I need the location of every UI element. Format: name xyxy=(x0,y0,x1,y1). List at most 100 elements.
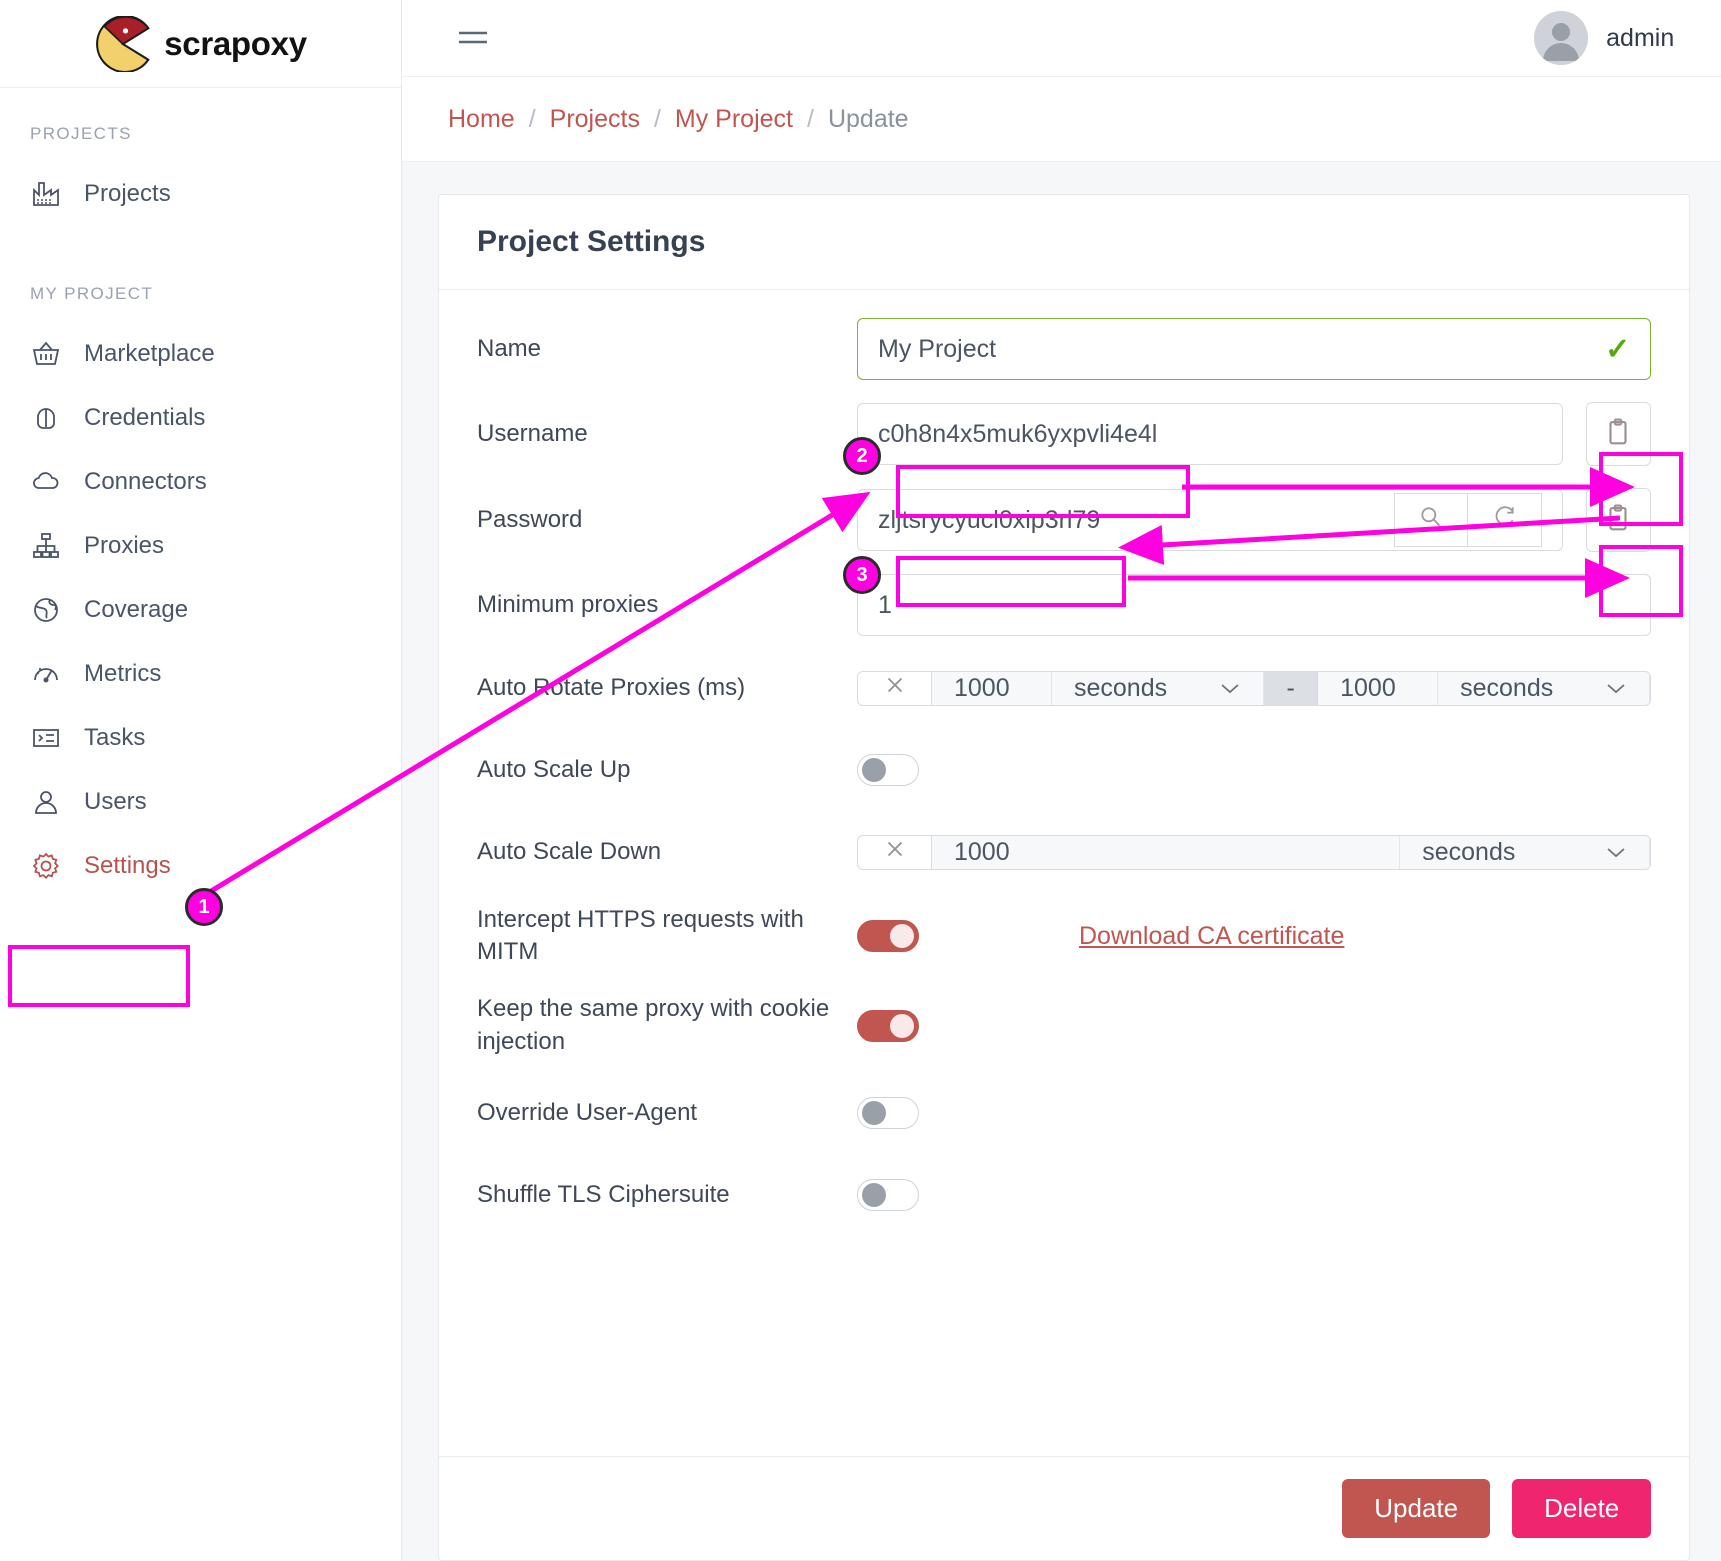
auto-rotate-min-unit-select[interactable]: seconds xyxy=(1052,671,1265,705)
form-row-auto-scale-down: Auto Scale Down 1000 seconds xyxy=(477,822,1652,882)
breadcrumb-list: Home / Projects / My Project / Update xyxy=(448,105,909,134)
form-row-username: Username c0h8n4x5muk6yxpvli4e4l xyxy=(477,402,1652,466)
override-user-agent-toggle[interactable] xyxy=(857,1096,919,1129)
breadcrumb-item-home[interactable]: Home xyxy=(448,105,515,134)
label-auto-scale-up: Auto Scale Up xyxy=(477,755,631,783)
sidebar-group-title-projects: PROJECTS xyxy=(30,124,132,143)
sidebar-item-metrics[interactable]: Metrics xyxy=(0,642,401,706)
user-icon xyxy=(30,786,62,818)
password-copy-button[interactable] xyxy=(1585,488,1652,552)
form-row-auto-scale-up: Auto Scale Up xyxy=(477,740,1651,800)
breadcrumb-separator: / xyxy=(528,104,536,133)
magnifier-icon xyxy=(1418,504,1444,537)
form-row-shuffle-tls: Shuffle TLS Ciphersuite xyxy=(477,1165,1651,1225)
label-auto-scale-down: Auto Scale Down xyxy=(477,837,662,865)
sidebar-item-label: Marketplace xyxy=(84,340,215,367)
auto-rotate-max-unit-select[interactable]: seconds xyxy=(1438,671,1651,705)
page-title: Project Settings xyxy=(439,195,1690,290)
sidebar: scrapoxy PROJECTS Projects MY PROJECT Ma… xyxy=(0,0,402,1561)
update-button[interactable]: Update xyxy=(1342,1479,1491,1538)
auto-rotate-min-unit-label: seconds xyxy=(1074,673,1168,702)
app-root: scrapoxy PROJECTS Projects MY PROJECT Ma… xyxy=(0,0,1721,1561)
sidebar-item-users[interactable]: Users xyxy=(0,770,401,834)
form-row-password: Password zljtsrycyucl0xip3rl79 xyxy=(477,488,1652,552)
label-mitm: Intercept HTTPS requests with MITM xyxy=(477,906,804,966)
globe-icon xyxy=(30,594,62,626)
topbar: admin xyxy=(402,0,1721,78)
close-x-icon xyxy=(882,836,908,869)
breadcrumb-item-update: Update xyxy=(827,104,909,133)
topbar-user-area[interactable]: admin xyxy=(1534,11,1692,66)
name-input[interactable]: My Project ✓ xyxy=(857,318,1652,380)
checkmark-icon: ✓ xyxy=(1605,332,1631,366)
breadcrumb-item-my-project[interactable]: My Project xyxy=(675,105,793,134)
clipboard-icon xyxy=(1603,503,1633,538)
username-input-value: c0h8n4x5muk6yxpvli4e4l xyxy=(878,419,1158,448)
toggle-knob xyxy=(890,924,914,949)
mitm-toggle[interactable] xyxy=(857,920,919,953)
sidebar-item-label: Projects xyxy=(84,180,171,207)
auto-scale-up-toggle[interactable] xyxy=(857,754,919,786)
cookie-injection-toggle[interactable] xyxy=(857,1009,919,1042)
form-row-minimum-proxies: Minimum proxies 1 xyxy=(477,574,1652,636)
form-row-override-user-agent: Override User-Agent xyxy=(477,1083,1651,1143)
form-row-name: Name My Project ✓ xyxy=(477,318,1652,380)
auto-scale-down-unit-select[interactable]: seconds xyxy=(1400,835,1651,869)
sidebar-item-label: Connectors xyxy=(84,468,207,495)
topbar-username: admin xyxy=(1606,23,1675,52)
username-copy-button[interactable] xyxy=(1585,402,1652,466)
lock-icon xyxy=(30,402,62,434)
sidebar-item-connectors[interactable]: Connectors xyxy=(0,450,401,514)
sidebar-item-label: Credentials xyxy=(84,404,206,431)
sidebar-item-label: Metrics xyxy=(84,660,162,687)
username-input[interactable]: c0h8n4x5muk6yxpvli4e4l xyxy=(857,403,1563,465)
password-show-button[interactable] xyxy=(1393,493,1468,547)
settings-form: Name My Project ✓ Username c0h8n4x5muk6y… xyxy=(439,290,1689,1456)
user-avatar-icon[interactable] xyxy=(1534,11,1589,66)
sidebar-item-label: Tasks xyxy=(84,724,146,751)
factory-icon xyxy=(30,178,62,210)
delete-button[interactable]: Delete xyxy=(1512,1479,1652,1538)
minimum-proxies-value: 1 xyxy=(878,590,892,619)
toggle-knob xyxy=(890,1013,914,1038)
label-password: Password xyxy=(477,505,583,533)
label-shuffle-tls: Shuffle TLS Ciphersuite xyxy=(477,1180,730,1208)
card-footer: Update Delete xyxy=(439,1456,1690,1560)
sidebar-item-label: Settings xyxy=(84,852,171,879)
breadcrumb-separator: / xyxy=(653,104,661,133)
label-cookie-injection: Keep the same proxy with cookie injectio… xyxy=(477,995,830,1055)
auto-scale-down-clear-button[interactable] xyxy=(858,835,932,869)
minimum-proxies-input[interactable]: 1 xyxy=(857,574,1652,636)
sidebar-item-coverage[interactable]: Coverage xyxy=(0,578,401,642)
password-input[interactable]: zljtsrycyucl0xip3rl79 xyxy=(857,489,1563,551)
brand[interactable]: scrapoxy xyxy=(0,0,401,88)
clipboard-icon xyxy=(1603,417,1633,452)
sidebar-item-tasks[interactable]: Tasks xyxy=(0,706,401,770)
sidebar-item-credentials[interactable]: Credentials xyxy=(0,386,401,450)
password-inline-tools xyxy=(1393,493,1542,547)
speedometer-icon xyxy=(30,658,62,690)
label-name: Name xyxy=(477,334,542,362)
auto-rotate-separator: - xyxy=(1264,671,1319,705)
brand-name: scrapoxy xyxy=(164,24,307,62)
label-minimum-proxies: Minimum proxies xyxy=(477,590,659,618)
auto-rotate-group: 1000 seconds - 1000 seconds xyxy=(857,670,1652,706)
shuffle-tls-toggle[interactable] xyxy=(857,1178,919,1211)
gear-icon xyxy=(30,850,62,882)
password-input-value: zljtsrycyucl0xip3rl79 xyxy=(878,505,1101,534)
auto-scale-down-value[interactable]: 1000 xyxy=(932,835,1401,869)
auto-rotate-clear-button[interactable] xyxy=(858,671,932,705)
form-row-auto-rotate: Auto Rotate Proxies (ms) 1000 seconds - … xyxy=(477,658,1652,718)
auto-rotate-max-value[interactable]: 1000 xyxy=(1318,671,1439,705)
sidebar-item-proxies[interactable]: Proxies xyxy=(0,514,401,578)
sidebar-item-marketplace[interactable]: Marketplace xyxy=(0,322,401,386)
sidebar-item-settings[interactable]: Settings xyxy=(0,834,401,898)
password-refresh-button[interactable] xyxy=(1467,493,1542,547)
download-ca-certificate-link[interactable]: Download CA certificate xyxy=(1079,922,1344,951)
list-icon xyxy=(30,722,62,754)
auto-rotate-min-value[interactable]: 1000 xyxy=(932,671,1052,705)
breadcrumb: Home / Projects / My Project / Update xyxy=(402,77,1721,162)
breadcrumb-item-projects[interactable]: Projects xyxy=(550,105,640,134)
sidebar-item-projects[interactable]: Projects xyxy=(0,162,401,226)
hamburger-menu-icon[interactable] xyxy=(456,25,490,51)
